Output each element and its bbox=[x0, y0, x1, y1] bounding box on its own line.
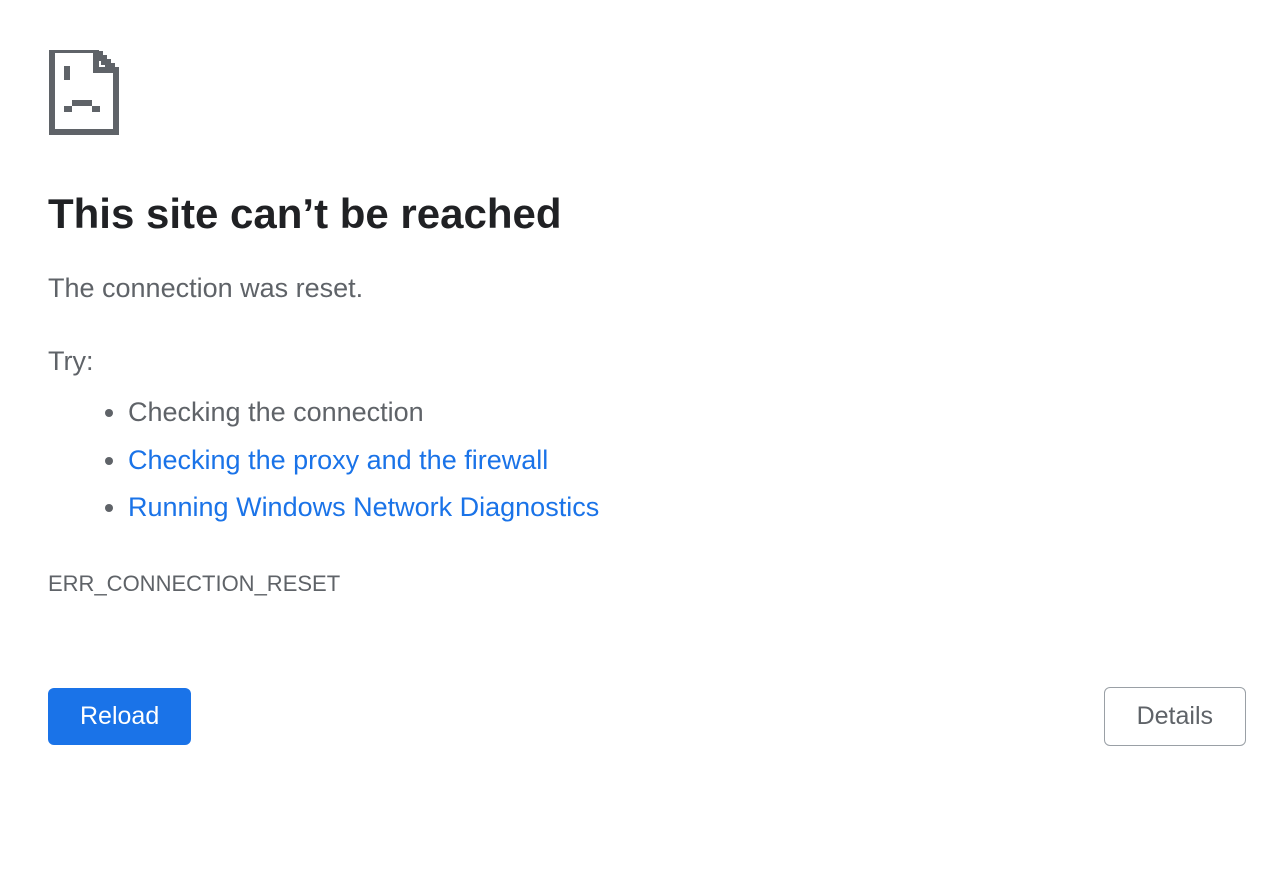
suggestions-list: Checking the connection Checking the pro… bbox=[48, 389, 1238, 531]
suggestion-item-network-diagnostics[interactable]: Running Windows Network Diagnostics bbox=[128, 484, 1238, 531]
error-heading: This site can’t be reached bbox=[48, 189, 1238, 239]
suggestion-item-connection: Checking the connection bbox=[128, 389, 1238, 436]
error-message: The connection was reset. bbox=[48, 273, 1238, 304]
button-row: Reload Details bbox=[48, 687, 1246, 746]
reload-button[interactable]: Reload bbox=[48, 688, 191, 745]
try-label: Try: bbox=[48, 346, 1238, 377]
error-code: ERR_CONNECTION_RESET bbox=[48, 571, 1238, 597]
sad-page-icon bbox=[48, 50, 1238, 141]
suggestion-item-proxy-firewall[interactable]: Checking the proxy and the firewall bbox=[128, 437, 1238, 484]
details-button[interactable]: Details bbox=[1104, 687, 1246, 746]
